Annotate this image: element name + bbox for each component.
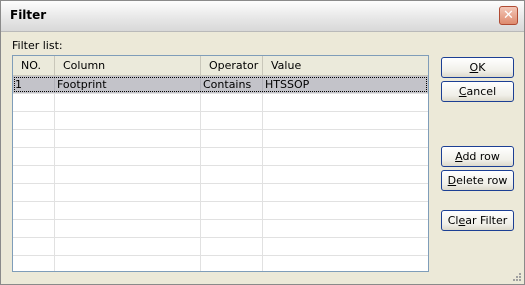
empty-row xyxy=(13,130,428,148)
empty-cell xyxy=(263,148,428,165)
cell-no[interactable]: 1 xyxy=(13,76,55,93)
empty-cell xyxy=(263,166,428,183)
empty-cell xyxy=(13,184,55,201)
delete-row-label: elete row xyxy=(456,174,508,187)
empty-cell xyxy=(201,202,263,219)
empty-row xyxy=(13,220,428,238)
empty-row xyxy=(13,112,428,130)
empty-cell xyxy=(201,256,263,271)
filter-dialog: Filter ✕ Filter list: NO. Column Operato… xyxy=(0,0,525,285)
empty-cell xyxy=(201,94,263,111)
column-header-column[interactable]: Column xyxy=(55,56,201,75)
empty-cell xyxy=(201,112,263,129)
empty-cell xyxy=(263,94,428,111)
empty-cell xyxy=(201,148,263,165)
empty-cell xyxy=(13,130,55,147)
empty-cell xyxy=(55,130,201,147)
empty-cell xyxy=(55,94,201,111)
empty-cell xyxy=(263,220,428,237)
empty-cell xyxy=(13,94,55,111)
empty-cell xyxy=(201,238,263,255)
empty-cell xyxy=(55,202,201,219)
empty-cell xyxy=(263,256,428,271)
empty-cell xyxy=(55,184,201,201)
table-row[interactable]: 1 Footprint Contains HTSSOP xyxy=(13,76,428,94)
ok-label: K xyxy=(478,61,486,74)
cell-operator[interactable]: Contains xyxy=(201,76,263,93)
filter-grid[interactable]: NO. Column Operator Value 1 Footprint Co… xyxy=(12,55,429,272)
empty-cell xyxy=(13,166,55,183)
empty-cell xyxy=(55,148,201,165)
cell-column[interactable]: Footprint xyxy=(55,76,201,93)
ok-button[interactable]: OK xyxy=(441,57,514,78)
empty-cell xyxy=(13,238,55,255)
close-button[interactable]: ✕ xyxy=(499,6,518,25)
title-bar[interactable]: Filter ✕ xyxy=(1,1,524,32)
cell-value[interactable]: HTSSOP xyxy=(263,76,428,93)
filter-list-label: Filter list: xyxy=(12,39,63,52)
close-icon: ✕ xyxy=(503,8,514,23)
column-header-operator[interactable]: Operator xyxy=(201,56,263,75)
column-header-no[interactable]: NO. xyxy=(13,56,55,75)
empty-cell xyxy=(55,220,201,237)
empty-row xyxy=(13,148,428,166)
empty-cell xyxy=(201,130,263,147)
empty-cell xyxy=(13,112,55,129)
empty-row xyxy=(13,94,428,112)
empty-row xyxy=(13,166,428,184)
cancel-label: ancel xyxy=(466,85,497,98)
empty-cell xyxy=(55,238,201,255)
empty-cell xyxy=(263,202,428,219)
empty-cell xyxy=(263,238,428,255)
empty-cell xyxy=(201,184,263,201)
delete-row-button[interactable]: Delete row xyxy=(441,170,514,191)
resize-grip-icon[interactable] xyxy=(511,271,522,282)
empty-cell xyxy=(201,220,263,237)
delete-row-accel: D xyxy=(447,174,457,187)
cancel-accel: C xyxy=(458,85,467,98)
add-row-label: dd row xyxy=(462,150,500,163)
clear-filter-label-pre: Cl xyxy=(447,214,459,227)
empty-cell xyxy=(13,202,55,219)
empty-row xyxy=(13,184,428,202)
empty-cell xyxy=(263,112,428,129)
empty-cell xyxy=(55,256,201,271)
clear-filter-label: ar Filter xyxy=(465,214,508,227)
empty-cell xyxy=(13,220,55,237)
cancel-button[interactable]: Cancel xyxy=(441,81,514,102)
window-title: Filter xyxy=(10,8,47,22)
ok-accel: O xyxy=(469,61,479,74)
empty-row xyxy=(13,256,428,271)
empty-cell xyxy=(55,166,201,183)
empty-cell xyxy=(55,112,201,129)
empty-cell xyxy=(201,166,263,183)
empty-row xyxy=(13,202,428,220)
empty-cell xyxy=(13,148,55,165)
grid-header: NO. Column Operator Value xyxy=(13,56,428,76)
empty-cell xyxy=(263,184,428,201)
add-row-button[interactable]: Add row xyxy=(441,146,514,167)
clear-filter-button[interactable]: Clear Filter xyxy=(441,210,514,231)
empty-cell xyxy=(263,130,428,147)
column-header-value[interactable]: Value xyxy=(263,56,428,75)
empty-row xyxy=(13,238,428,256)
empty-cell xyxy=(13,256,55,271)
